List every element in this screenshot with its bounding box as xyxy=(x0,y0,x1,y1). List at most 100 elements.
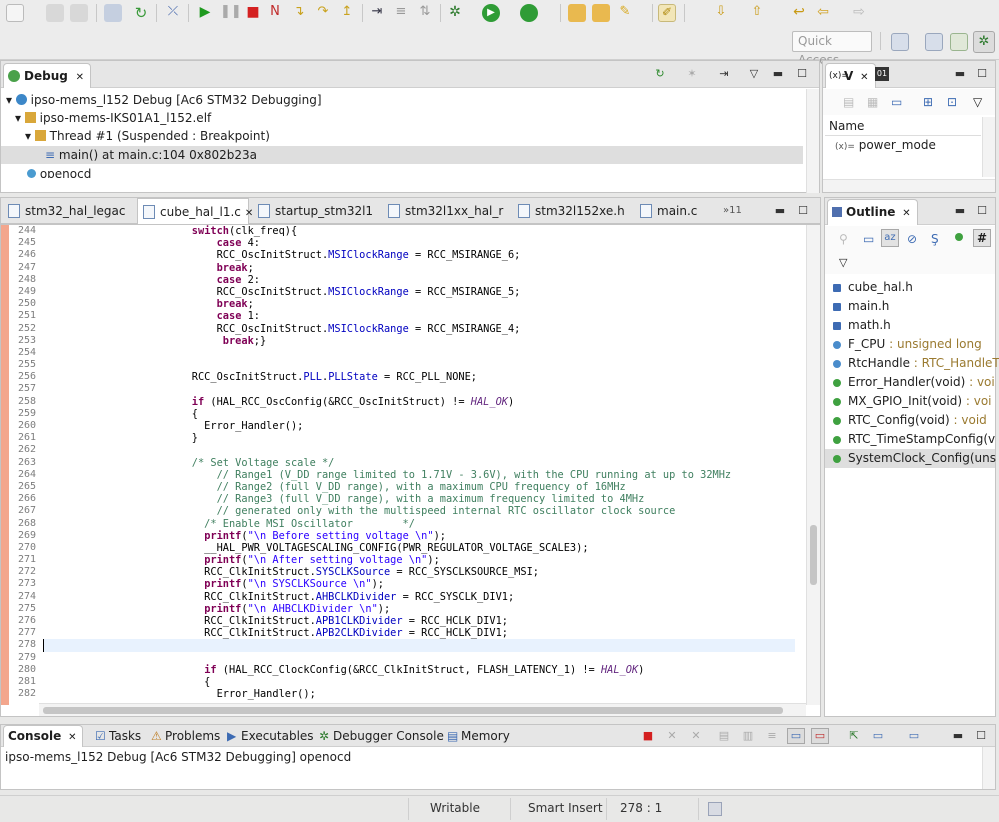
tree-item-frame[interactable]: ≡ main() at main.c:104 0x802b23a xyxy=(1,146,803,164)
outline-item-include[interactable]: math.h xyxy=(833,316,891,335)
tab-main-c[interactable]: main.c xyxy=(635,198,713,224)
back-icon[interactable]: ↩ xyxy=(790,4,808,22)
link-editor-icon[interactable]: ⚲ xyxy=(839,232,848,246)
outline-item-function[interactable]: RTC_TimeStampConfig(v xyxy=(833,430,995,449)
collapse-all-icon[interactable]: ▭ xyxy=(863,232,874,246)
clear-console-icon[interactable]: ▤ xyxy=(717,729,731,743)
tab-stm32-hal-legacy[interactable]: stm32_hal_legac xyxy=(3,198,131,224)
debug-perspective-icon[interactable] xyxy=(950,33,968,51)
code-area[interactable]: switch(clk_freq){ case 4: RCC_OscInitStr… xyxy=(43,225,795,700)
maximize-icon[interactable]: ☐ xyxy=(795,67,809,81)
hide-fields-icon[interactable]: ⊘ xyxy=(907,232,917,246)
view-menu-icon[interactable]: ▽ xyxy=(839,256,847,269)
variables-hscroll[interactable] xyxy=(823,179,995,192)
cpp-perspective-icon[interactable] xyxy=(925,33,943,51)
sort-icon[interactable]: az xyxy=(881,229,899,247)
minimize-icon[interactable]: ▬ xyxy=(953,67,967,81)
expand-icon[interactable]: ⊞ xyxy=(923,95,933,109)
logical-structure-icon[interactable]: ▭ xyxy=(891,95,902,109)
list-icon[interactable]: ≡ xyxy=(392,4,410,22)
editor-hscroll[interactable] xyxy=(39,703,806,716)
hide-macros-icon[interactable]: # xyxy=(973,229,991,247)
tree-item-elf[interactable]: ▾ ipso-mems-IKS01A1_l152.elf xyxy=(15,109,211,127)
tree-item-openocd[interactable]: openocd xyxy=(27,165,91,178)
new-icon[interactable] xyxy=(6,4,24,22)
suspend-icon[interactable]: ❚❚ xyxy=(220,4,242,22)
remove-launch-icon[interactable]: ✕ xyxy=(665,729,679,743)
refresh-icon[interactable]: ↻ xyxy=(132,4,150,22)
tab-stm32l152xe[interactable]: stm32l152xe.h xyxy=(513,198,633,224)
view-menu-icon[interactable]: ▽ xyxy=(747,67,761,81)
minimize-icon[interactable]: ▬ xyxy=(773,204,787,218)
outline-item-function[interactable]: SystemClock_Config(uns xyxy=(825,449,996,468)
editor-vscroll[interactable] xyxy=(806,225,820,705)
restart-icon[interactable]: ⇅ xyxy=(416,4,434,22)
variable-row[interactable]: (x)= power_mode xyxy=(835,136,936,155)
debug-vscroll[interactable] xyxy=(806,89,819,193)
heap-status-icon[interactable] xyxy=(708,802,722,816)
tab-startup-stm32l1[interactable]: startup_stm32l1 xyxy=(253,198,383,224)
minimize-icon[interactable]: ▬ xyxy=(951,729,965,743)
prev-annotation-icon[interactable]: ⇧ xyxy=(748,4,766,22)
outline-item-variable[interactable]: RtcHandle : RTC_HandleT xyxy=(833,354,999,373)
open-console-icon[interactable]: ▭ xyxy=(907,729,921,743)
instruction-step-icon[interactable]: ⇥ xyxy=(368,4,386,22)
pin-console-icon[interactable]: ⇱ xyxy=(847,729,861,743)
outline-item-include[interactable]: main.h xyxy=(833,297,889,316)
wand-icon[interactable]: ✎ xyxy=(616,4,634,22)
view-menu-icon[interactable]: ▽ xyxy=(973,95,982,109)
terminate-icon[interactable]: ■ xyxy=(244,4,262,22)
resume-icon[interactable]: ▶ xyxy=(196,4,214,22)
minimize-icon[interactable]: ▬ xyxy=(771,67,785,81)
remove-terminated-icon[interactable]: ✶ xyxy=(685,67,699,81)
build-icon[interactable] xyxy=(104,4,122,22)
close-icon[interactable]: ✕ xyxy=(76,72,84,83)
outline-item-function[interactable]: RTC_Config(void) : void xyxy=(833,411,987,430)
word-wrap-icon[interactable]: ≡ xyxy=(765,729,779,743)
breakpoint-gutter[interactable] xyxy=(1,225,9,705)
close-icon[interactable]: ✕ xyxy=(902,208,910,219)
scroll-thumb[interactable] xyxy=(810,525,817,585)
new-project-icon[interactable] xyxy=(568,4,586,22)
tab-outline[interactable]: Outline ✕ xyxy=(827,199,918,225)
outline-item-include[interactable]: cube_hal.h xyxy=(833,278,913,297)
maximize-icon[interactable]: ☐ xyxy=(974,729,988,743)
maximize-icon[interactable]: ☐ xyxy=(975,204,989,218)
relaunch-icon[interactable]: ↻ xyxy=(653,67,667,81)
arrow-right-icon[interactable]: ⇨ xyxy=(850,4,868,22)
show-on-output-icon[interactable]: ▭ xyxy=(787,728,805,744)
maximize-icon[interactable]: ☐ xyxy=(975,67,989,81)
hide-nonpublic-icon[interactable] xyxy=(955,233,963,241)
tab-registers[interactable] xyxy=(887,61,899,88)
mark-occurrences-icon[interactable]: ✐ xyxy=(658,4,676,22)
skip-breakpoints-icon[interactable]: ⤫ xyxy=(164,4,182,22)
tab-problems[interactable]: ⚠ Problems xyxy=(147,725,226,747)
minimize-icon[interactable]: ▬ xyxy=(953,204,967,218)
perspective-active-icon[interactable]: ✲ xyxy=(973,31,995,53)
tab-stm32l1xx-hal-r[interactable]: stm32l1xx_hal_r xyxy=(383,198,511,224)
tab-console[interactable]: Console ✕ xyxy=(3,725,84,747)
next-annotation-icon[interactable]: ⇩ xyxy=(712,4,730,22)
remove-all-icon[interactable]: ✕ xyxy=(689,729,703,743)
open-perspective-icon[interactable] xyxy=(891,33,909,51)
variables-vscroll[interactable] xyxy=(982,117,995,177)
code-editor[interactable]: 244 245 246 247 248 249 250 251 252 253 254 255 256 2… xyxy=(0,224,821,717)
terminate-icon[interactable]: ■ xyxy=(641,729,655,743)
collapse-all-icon[interactable]: ▤ xyxy=(843,95,854,109)
external-tools-icon[interactable] xyxy=(520,4,538,22)
tab-variables[interactable]: (x)= V ✕ xyxy=(825,63,876,88)
step-filter-icon[interactable]: ⇥ xyxy=(717,67,731,81)
scroll-thumb[interactable] xyxy=(43,707,783,714)
column-header-name[interactable]: Name xyxy=(825,117,981,136)
step-over-icon[interactable]: ↷ xyxy=(314,4,332,22)
arrow-left-icon[interactable]: ⇦ xyxy=(814,4,832,22)
debug-icon[interactable]: ✲ xyxy=(446,4,464,22)
hide-static-icon[interactable]: Ş xyxy=(931,232,939,246)
disconnect-icon[interactable]: N xyxy=(266,4,284,22)
run-icon[interactable]: ▶ xyxy=(482,4,500,22)
close-icon[interactable]: ✕ xyxy=(68,732,76,743)
tree-item-thread[interactable]: ▾ Thread #1 (Suspended : Breakpoint) xyxy=(25,127,270,145)
step-into-icon[interactable]: ↴ xyxy=(290,4,308,22)
tab-overflow[interactable]: »11 xyxy=(709,198,749,224)
tab-memory[interactable]: ▤ Memory xyxy=(443,725,516,747)
